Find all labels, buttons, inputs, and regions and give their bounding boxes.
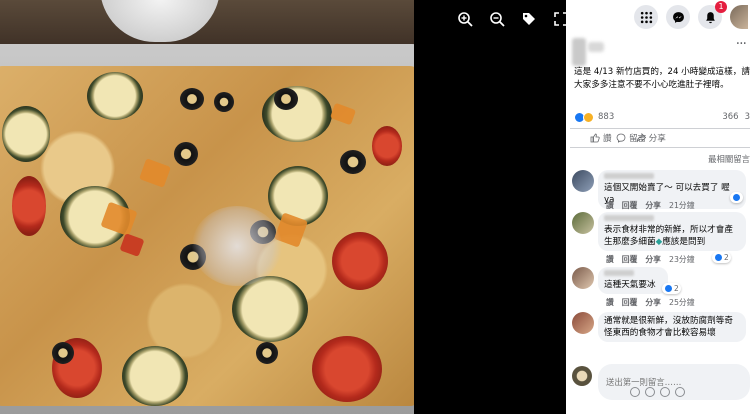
- like-reaction-icon: [714, 253, 723, 262]
- commenter-name[interactable]: [604, 173, 654, 179]
- top-bar: 1: [566, 0, 750, 34]
- comment-sort[interactable]: 最相關留言: [708, 153, 750, 165]
- comment-time[interactable]: 21分鐘: [669, 200, 695, 211]
- composer-icons: [630, 387, 685, 397]
- commenter-avatar[interactable]: [572, 212, 594, 234]
- commenter-name[interactable]: [604, 215, 654, 221]
- messenger-icon[interactable]: [666, 5, 690, 29]
- comment-meta: 讚 回覆 分享 23分鐘: [606, 254, 695, 265]
- comment-bubble: 表示食材非常的新鮮，所以才會產生那麼多細菌◆應該是問到: [598, 212, 746, 251]
- comment-button[interactable]: 留言: [616, 132, 750, 144]
- like-button[interactable]: 讚: [590, 132, 612, 144]
- viewer-toolbar: [454, 10, 566, 28]
- comment-like-link[interactable]: 讚: [606, 297, 614, 308]
- share-count[interactable]: 3: [745, 112, 750, 122]
- reaction-count: 883: [598, 112, 615, 122]
- comment-share-link[interactable]: 分享: [645, 254, 661, 265]
- comment-share-link[interactable]: 分享: [645, 200, 661, 211]
- commenter-avatar[interactable]: [572, 170, 594, 192]
- comment-bubble: 通常就是很新鮮，沒放防腐劑等奇怪東西的食物才會比較容易壞: [598, 312, 746, 342]
- like-reaction-icon: [664, 284, 673, 293]
- comment-like-link[interactable]: 讚: [606, 200, 614, 211]
- post-actions: 讚 留言 分享: [570, 128, 750, 148]
- gif-icon[interactable]: [660, 387, 670, 397]
- my-avatar: [572, 366, 592, 386]
- tag-icon[interactable]: [518, 10, 540, 28]
- profile-avatar[interactable]: [730, 5, 748, 29]
- comment-reaction[interactable]: [730, 192, 743, 203]
- comment-reaction[interactable]: 2: [662, 283, 681, 294]
- commenter-avatar[interactable]: [572, 267, 594, 289]
- comment-time[interactable]: 25分鐘: [669, 297, 695, 308]
- comment-reply-link[interactable]: 回覆: [622, 254, 638, 265]
- comment-reply-link[interactable]: 回覆: [622, 200, 638, 211]
- sad-reaction-icon: [583, 111, 594, 123]
- comment-bubble: 這種天氣要冰: [598, 267, 668, 294]
- comment-composer: [572, 364, 750, 404]
- comment-icon: [616, 133, 626, 143]
- thumbs-up-icon: [590, 133, 600, 143]
- post-author[interactable]: [572, 38, 606, 68]
- comment-text: 表示食材非常的新鮮，所以才會產生那麼多細菌◆應該是問到: [604, 225, 733, 247]
- zoom-in-icon[interactable]: [454, 10, 476, 28]
- comment-meta: 讚 回覆 分享 25分鐘: [606, 297, 695, 308]
- comment-time[interactable]: 23分鐘: [669, 254, 695, 265]
- menu-grid-icon[interactable]: [634, 5, 658, 29]
- comment-reply-link[interactable]: 回覆: [622, 297, 638, 308]
- mold-spot: [192, 206, 282, 286]
- reaction-summary[interactable]: 883 366 3: [574, 110, 750, 124]
- post-photo[interactable]: [0, 0, 414, 414]
- like-reaction-icon: [732, 193, 741, 202]
- comment-meta: 讚 回覆 分享 21分鐘: [606, 200, 695, 211]
- comment-text: 這種天氣要冰: [604, 280, 656, 290]
- sticker-icon[interactable]: [675, 387, 685, 397]
- comment-like-link[interactable]: 讚: [606, 254, 614, 265]
- zoom-out-icon[interactable]: [486, 10, 508, 28]
- notifications-icon[interactable]: 1: [698, 1, 727, 29]
- notifications-badge: 1: [715, 1, 727, 13]
- post-panel: 1 ··· 這是 4/13 新竹店買的，24 小時變成這樣，請大家多多注意不要不…: [566, 0, 750, 414]
- commenter-name[interactable]: [604, 270, 634, 276]
- fullscreen-icon[interactable]: [550, 10, 566, 28]
- comment-share-link[interactable]: 分享: [645, 297, 661, 308]
- cup: [100, 0, 220, 42]
- photo-viewer: [0, 0, 566, 414]
- comment-count[interactable]: 366: [722, 112, 738, 122]
- comment-reaction[interactable]: 2: [712, 252, 731, 263]
- focaccia: [0, 66, 414, 406]
- post-more-button[interactable]: ···: [736, 36, 747, 52]
- comment-text: 通常就是很新鮮，沒放防腐劑等奇怪東西的食物才會比較容易壞: [604, 316, 733, 338]
- commenter-avatar[interactable]: [572, 312, 594, 334]
- post-text: 這是 4/13 新竹店買的，24 小時變成這樣，請大家多多注意不要不小心吃進肚子…: [574, 67, 750, 90]
- emoji-icon[interactable]: [630, 387, 640, 397]
- camera-icon[interactable]: [645, 387, 655, 397]
